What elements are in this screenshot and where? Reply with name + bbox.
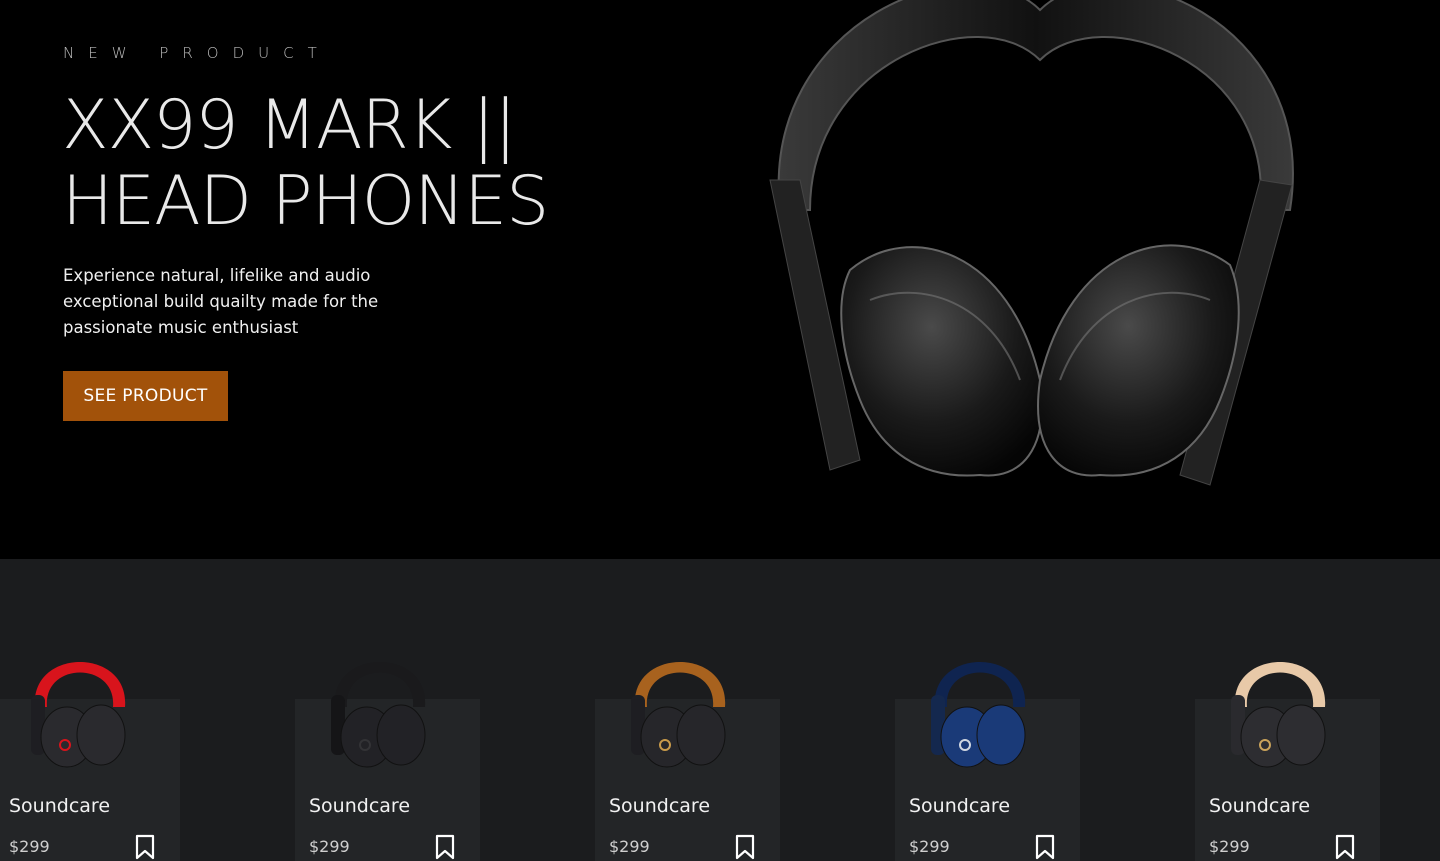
product-price: $299 bbox=[1209, 837, 1250, 856]
product-name: Soundcare bbox=[309, 795, 411, 817]
product-card[interactable]: Soundcare $299 bbox=[1195, 662, 1380, 861]
product-headphones-image bbox=[331, 662, 426, 768]
bookmark-icon[interactable] bbox=[434, 834, 456, 860]
product-headphones-image bbox=[1231, 662, 1326, 768]
bookmark-icon[interactable] bbox=[134, 834, 156, 860]
bookmark-icon[interactable] bbox=[1334, 834, 1356, 860]
hero-eyebrow: NEW PRODUCT bbox=[63, 44, 331, 62]
product-price: $299 bbox=[909, 837, 950, 856]
product-card[interactable]: Soundcare $299 bbox=[895, 662, 1080, 861]
product-card[interactable]: Soundcare $299 bbox=[295, 662, 480, 861]
bookmark-icon[interactable] bbox=[1034, 834, 1056, 860]
hero-banner: NEW PRODUCT XX99 MARK || HEAD PHONES Exp… bbox=[0, 0, 1440, 559]
bookmark-icon[interactable] bbox=[734, 834, 756, 860]
product-price: $299 bbox=[309, 837, 350, 856]
product-name: Soundcare bbox=[909, 795, 1011, 817]
hero-description: Experience natural, lifelike and audio e… bbox=[63, 266, 379, 337]
product-name: Soundcare bbox=[1209, 795, 1311, 817]
hero-title: XX99 MARK || HEAD PHONES bbox=[62, 86, 549, 241]
product-card[interactable]: Soundcare $299 bbox=[0, 662, 180, 861]
product-headphones-image bbox=[931, 662, 1026, 768]
product-headphones-image bbox=[631, 662, 726, 768]
product-price: $299 bbox=[9, 837, 50, 856]
headphones-image bbox=[769, 0, 1294, 486]
product-name: Soundcare bbox=[609, 795, 711, 817]
product-headphones-image bbox=[31, 662, 126, 768]
product-list: Soundcare $299 Soundcare $299 Soundcare … bbox=[0, 559, 1440, 861]
hero-title-line-2: HEAD PHONES bbox=[62, 162, 549, 241]
product-price: $299 bbox=[609, 837, 650, 856]
hero-title-line-1: XX99 MARK || bbox=[62, 86, 517, 165]
see-product-button[interactable]: SEE PRODUCT bbox=[63, 371, 228, 421]
product-name: Soundcare bbox=[9, 795, 111, 817]
product-card[interactable]: Soundcare $299 bbox=[595, 662, 780, 861]
